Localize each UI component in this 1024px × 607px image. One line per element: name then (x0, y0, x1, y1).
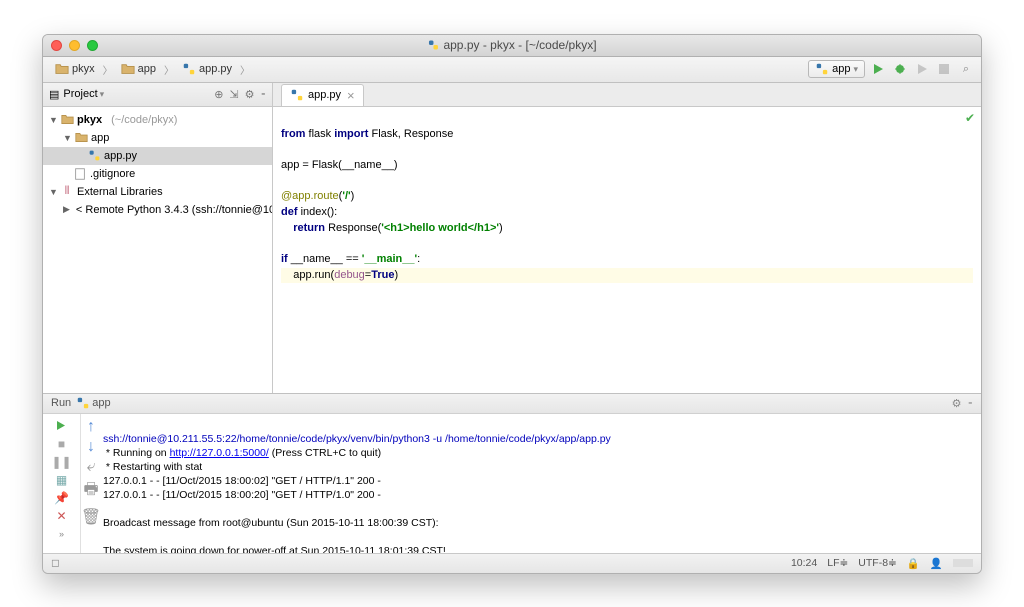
memory-indicator[interactable] (953, 559, 973, 567)
project-tree[interactable]: ▼ pkyx (~/code/pkyx) ▼ app app.py .gitig… (43, 107, 272, 393)
rerun-button[interactable] (54, 418, 70, 434)
close-button[interactable]: ✕ (54, 508, 70, 524)
project-header-label: Project (63, 88, 97, 100)
close-window-button[interactable] (51, 40, 62, 51)
navigation-bar: pkyx 〉 app 〉 app.py 〉 app ▾ ⌕ (43, 57, 981, 83)
gear-icon[interactable]: ⚙ (952, 397, 962, 410)
python-file-icon (290, 88, 304, 102)
window-title: app.py - pkyx - [~/code/pkyx] (427, 38, 596, 52)
search-icon[interactable]: ⌕ (957, 60, 975, 78)
expand-arrow-icon[interactable]: ▼ (49, 187, 57, 197)
editor-tab[interactable]: app.py × (281, 84, 364, 106)
titlebar: app.py - pkyx - [~/code/pkyx] (43, 35, 981, 57)
pin-tab-button[interactable]: 📌 (54, 490, 70, 506)
folder-icon (121, 62, 135, 76)
debug-button[interactable] (891, 60, 909, 78)
expand-arrow-icon[interactable]: ▶ (63, 204, 70, 215)
project-header-icon: ▤ (49, 88, 59, 101)
status-toggle-icon[interactable]: ◻ (51, 557, 60, 569)
python-file-icon (815, 62, 829, 76)
run-gutter-right: ↑ ↓ ⤶ 🖶 🗑 (81, 414, 101, 553)
editor-area: app.py × ✔from flask import Flask, Respo… (273, 83, 981, 393)
breadcrumb-item[interactable]: app (115, 60, 162, 78)
chevron-right-icon: 〉 (240, 62, 250, 77)
text-file-icon (73, 167, 87, 181)
chevron-down-icon: ▾ (100, 89, 105, 100)
python-file-icon (76, 396, 90, 410)
code-editor[interactable]: ✔from flask import Flask, Response app =… (273, 107, 981, 393)
run-configuration-selector[interactable]: app ▾ (808, 60, 865, 78)
run-button[interactable] (869, 60, 887, 78)
tree-external-libraries[interactable]: ▼ ⫴ External Libraries (43, 183, 272, 201)
pause-button[interactable]: ❚❚ (54, 454, 70, 470)
folder-icon (74, 131, 88, 145)
down-button[interactable]: ↓ (87, 438, 95, 456)
chevron-down-icon: ▾ (853, 64, 858, 75)
server-url-link[interactable]: http://127.0.0.1:5000/ (170, 447, 269, 459)
up-button[interactable]: ↑ (87, 418, 95, 436)
tree-remote-python[interactable]: ▶ < Remote Python 3.4.3 (ssh://tonnie@10… (43, 201, 272, 219)
run-gutter-left: ■ ❚❚ ▦ 📌 ✕ » (43, 414, 81, 553)
lock-icon[interactable]: 🔒 (907, 557, 920, 570)
run-panel-header: Run app ⚙ ⁃ (43, 394, 981, 414)
folder-icon (60, 113, 74, 127)
python-file-icon (427, 39, 439, 51)
chevron-right-icon: 〉 (103, 62, 113, 77)
tree-folder[interactable]: ▼ app (43, 129, 272, 147)
file-encoding[interactable]: UTF-8≑ (858, 557, 897, 569)
tree-file[interactable]: .gitignore (43, 165, 272, 183)
expand-arrow-icon[interactable]: ▼ (49, 115, 57, 125)
run-tool-window: Run app ⚙ ⁃ ■ ❚❚ ▦ 📌 ✕ » ↑ ↓ ⤶ 🖶 (43, 393, 981, 553)
cursor-position[interactable]: 10:24 (791, 557, 817, 569)
breadcrumb-item[interactable]: app.py (176, 60, 238, 78)
python-file-icon (182, 62, 196, 76)
hide-panel-icon[interactable]: ⁃ (261, 88, 267, 101)
dump-threads-button[interactable]: ▦ (54, 472, 70, 488)
print-button[interactable]: 🖶 (83, 478, 98, 505)
console-output[interactable]: ssh://tonnie@10.211.55.5:22/home/tonnie/… (101, 414, 981, 553)
inspection-ok-icon: ✔ (965, 111, 975, 126)
gear-icon[interactable]: ⚙ (245, 88, 255, 101)
maximize-window-button[interactable] (87, 40, 98, 51)
more-button[interactable]: » (54, 526, 70, 542)
chevron-right-icon: 〉 (164, 62, 174, 77)
folder-icon (55, 62, 69, 76)
scroll-from-source-icon[interactable]: ⇲ (229, 88, 238, 101)
close-tab-icon[interactable]: × (347, 88, 355, 103)
minimize-window-button[interactable] (69, 40, 80, 51)
ide-window: app.py - pkyx - [~/code/pkyx] pkyx 〉 app… (42, 34, 982, 574)
project-header: ▤ Project ▾ ⊕ ⇲ ⚙ ⁃ (43, 83, 272, 107)
soft-wrap-button[interactable]: ⤶ (87, 458, 96, 476)
hide-panel-icon[interactable]: ⁃ (968, 397, 974, 410)
collapse-all-icon[interactable]: ⊕ (214, 88, 223, 101)
project-tool-window: ▤ Project ▾ ⊕ ⇲ ⚙ ⁃ ▼ pkyx (~/code/pkyx)… (43, 83, 273, 393)
breadcrumb-item[interactable]: pkyx (49, 60, 101, 78)
editor-tabs: app.py × (273, 83, 981, 107)
expand-arrow-icon[interactable]: ▼ (63, 133, 71, 143)
tree-file-selected[interactable]: app.py (43, 147, 272, 165)
clear-button[interactable]: 🗑 (81, 507, 101, 527)
main-area: ▤ Project ▾ ⊕ ⇲ ⚙ ⁃ ▼ pkyx (~/code/pkyx)… (43, 83, 981, 393)
window-controls (51, 40, 98, 51)
inspector-icon[interactable]: 👤 (930, 557, 943, 570)
library-icon: ⫴ (60, 185, 74, 199)
stop-button[interactable]: ■ (54, 436, 70, 452)
stop-button[interactable] (935, 60, 953, 78)
breadcrumb: pkyx 〉 app 〉 app.py 〉 (49, 60, 250, 78)
status-bar: ◻ 10:24 LF≑ UTF-8≑ 🔒 👤 (43, 553, 981, 573)
run-with-coverage-button[interactable] (913, 60, 931, 78)
tree-root[interactable]: ▼ pkyx (~/code/pkyx) (43, 111, 272, 129)
line-separator[interactable]: LF≑ (827, 557, 848, 569)
python-file-icon (87, 149, 101, 163)
